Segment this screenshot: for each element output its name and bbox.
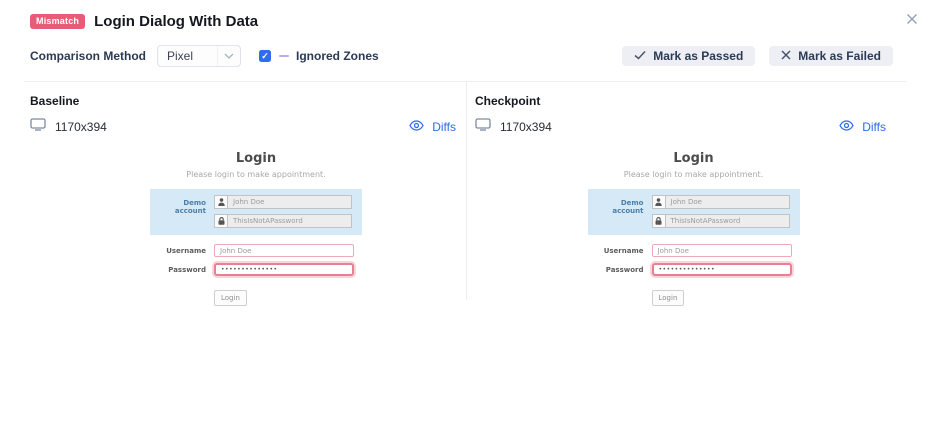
checkpoint-diffs-label: Diffs <box>862 120 886 134</box>
demo-password-value: ThisIsNotAPassword <box>665 214 790 228</box>
login-heading: Login <box>235 151 277 166</box>
checkpoint-diffs-link[interactable]: Diffs <box>839 118 886 136</box>
action-buttons: Mark as Passed Mark as Failed <box>622 46 893 66</box>
login-button[interactable]: Login <box>214 290 247 306</box>
checkpoint-resolution: 1170x394 <box>500 120 552 134</box>
status-badge: Mismatch <box>30 13 86 29</box>
checkpoint-screenshot: Login Please login to make appointment. … <box>488 151 899 306</box>
eye-icon <box>839 118 854 136</box>
lock-icon <box>214 214 228 228</box>
checkpoint-meta-row: 1170x394 Diffs <box>475 118 886 136</box>
login-subheading: Please login to make appointment. <box>186 170 326 179</box>
demo-username-value: John Doe <box>665 195 790 209</box>
monitor-icon <box>475 118 491 136</box>
login-form-screenshot: Login Please login to make appointment. … <box>587 151 800 306</box>
baseline-panel-title: Baseline <box>30 94 80 108</box>
comparison-panels: Baseline 1170x394 Diffs Login Please log… <box>24 82 936 306</box>
close-button[interactable] <box>904 10 920 32</box>
baseline-diffs-link[interactable]: Diffs <box>409 118 456 136</box>
check-icon <box>634 49 646 63</box>
demo-account-label: Demo account <box>174 199 206 215</box>
demo-account-box: Demo account John Doe ThisIsNotAPassword <box>587 189 800 235</box>
login-form-screenshot: Login Please login to make appointment. … <box>150 151 362 306</box>
comparison-method-value: Pixel <box>167 49 194 63</box>
mark-as-passed-button[interactable]: Mark as Passed <box>622 46 756 66</box>
password-input[interactable]: •••••••••••••• <box>214 263 354 276</box>
password-row: Password •••••••••••••• <box>588 263 800 276</box>
login-subheading: Please login to make appointment. <box>623 170 764 179</box>
ignored-zones-label: Ignored Zones <box>296 49 379 63</box>
login-button[interactable]: Login <box>651 290 685 306</box>
page-title: Login Dialog With Data <box>94 12 259 30</box>
person-icon <box>651 195 666 209</box>
mark-as-failed-label: Mark as Failed <box>798 49 881 63</box>
checkbox-check-icon: ✓ <box>261 50 269 61</box>
demo-password-value: ThisIsNotAPassword <box>228 214 352 228</box>
lock-icon <box>651 214 666 228</box>
ignored-zone-color-swatch <box>279 55 289 57</box>
baseline-meta-row: 1170x394 Diffs <box>30 118 456 136</box>
login-heading: Login <box>673 151 714 166</box>
mark-as-passed-label: Mark as Passed <box>653 49 744 63</box>
baseline-diffs-label: Diffs <box>432 120 456 134</box>
baseline-screenshot: Login Please login to make appointment. … <box>43 151 469 306</box>
demo-username-field: John Doe <box>651 195 790 209</box>
checkpoint-panel-title: Checkpoint <box>475 94 541 108</box>
comparison-method-label: Comparison Method <box>30 49 146 63</box>
demo-username-value: John Doe <box>228 195 352 209</box>
password-label: Password <box>605 265 644 274</box>
password-input[interactable]: •••••••••••••• <box>651 263 792 276</box>
close-icon <box>906 12 918 30</box>
demo-account-box: Demo account John Doe ThisIsNotAPassword <box>150 189 362 235</box>
demo-username-field: John Doe <box>214 195 352 209</box>
username-label: Username <box>166 246 206 255</box>
checkpoint-panel: Checkpoint 1170x394 Diffs Login Please l… <box>466 82 936 306</box>
username-input[interactable]: John Doe <box>214 244 354 257</box>
dialog-header: Mismatch Login Dialog With Data <box>0 0 936 32</box>
baseline-resolution: 1170x394 <box>55 120 107 134</box>
toolbar: Comparison Method Pixel ✓ Ignored Zones … <box>0 45 936 67</box>
password-label: Password <box>168 265 206 274</box>
demo-fields: John Doe ThisIsNotAPassword <box>651 195 790 228</box>
demo-password-field: ThisIsNotAPassword <box>651 214 790 228</box>
ignored-zones-checkbox[interactable]: ✓ <box>259 50 271 62</box>
login-button-row: Login <box>150 285 362 306</box>
password-row: Password •••••••••••••• <box>150 263 362 276</box>
username-row: Username John Doe <box>150 244 362 257</box>
username-label: Username <box>603 246 644 255</box>
comparison-method-select[interactable]: Pixel <box>157 45 241 67</box>
visual-comparison-dialog: Mismatch Login Dialog With Data Comparis… <box>0 0 936 429</box>
x-icon <box>781 49 791 63</box>
chevron-down-icon <box>217 46 240 66</box>
person-icon <box>214 195 228 209</box>
demo-account-label: Demo account <box>612 199 644 215</box>
eye-icon <box>409 118 424 136</box>
monitor-icon <box>30 118 46 136</box>
username-input[interactable]: John Doe <box>651 244 792 257</box>
login-button-row: Login <box>588 285 800 306</box>
mark-as-failed-button[interactable]: Mark as Failed <box>769 46 893 66</box>
demo-password-field: ThisIsNotAPassword <box>214 214 352 228</box>
baseline-panel: Baseline 1170x394 Diffs Login Please log… <box>24 82 466 306</box>
demo-fields: John Doe ThisIsNotAPassword <box>214 195 352 228</box>
username-row: Username John Doe <box>588 244 800 257</box>
